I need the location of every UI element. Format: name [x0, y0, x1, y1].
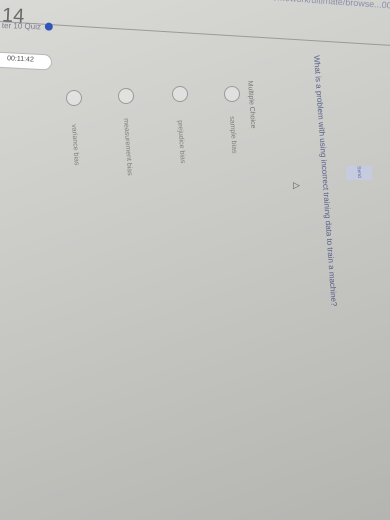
send-button-label: Send — [355, 165, 363, 179]
question-prompt-row: What is a problem with using incorrect t… — [309, 55, 341, 335]
browser-url[interactable]: ...homework/ultimate/browse...00... — [260, 0, 390, 11]
send-button[interactable]: Send — [346, 166, 372, 180]
option-label[interactable]: variance bias — [70, 124, 80, 166]
question-type-row: Multiple Choice — [243, 80, 264, 129]
question-prompt: What is a problem with using incorrect t… — [312, 55, 339, 307]
topbar-divider — [0, 21, 390, 48]
option-label[interactable]: prejudice bias — [176, 120, 186, 164]
browser-topbar: ...homework/ultimate/browse...00... — [0, 0, 390, 48]
info-dot-icon — [45, 22, 54, 31]
timer-badge: 00:11:42 — [0, 51, 53, 71]
option-label[interactable]: sample bias — [228, 116, 238, 154]
question-type-label: Multiple Choice — [246, 80, 257, 129]
question-number: 14 — [1, 4, 25, 28]
radio-button[interactable] — [224, 86, 240, 102]
radio-button[interactable] — [118, 88, 134, 104]
radio-button[interactable] — [172, 86, 188, 102]
option-label[interactable]: measurement bias — [122, 118, 133, 176]
mouse-cursor-icon: ▷ — [293, 180, 300, 190]
timer-value: 00:11:42 — [6, 55, 34, 64]
radio-button[interactable] — [66, 90, 82, 106]
